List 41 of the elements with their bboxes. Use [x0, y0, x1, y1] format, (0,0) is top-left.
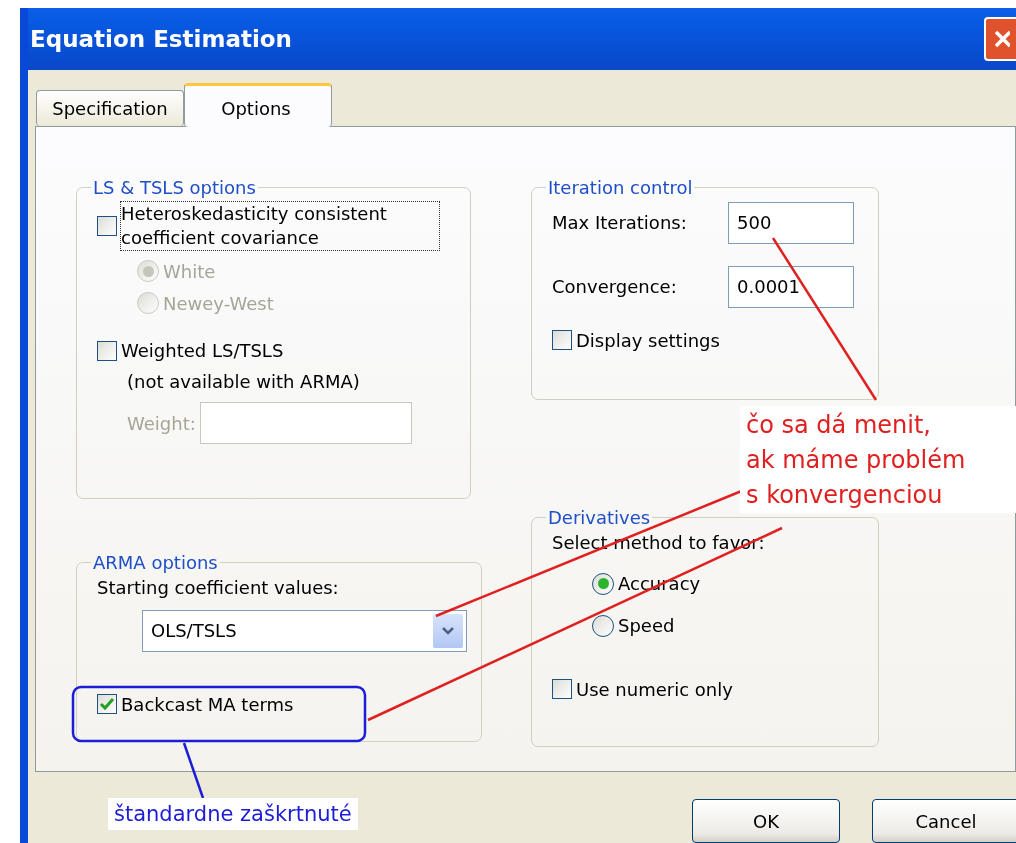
checkbox-label[interactable]: Backcast MA terms: [121, 693, 294, 715]
radio-label[interactable]: Speed: [618, 615, 675, 637]
checkbox[interactable]: [97, 340, 117, 361]
checkmark-icon: [99, 696, 115, 713]
radio-button[interactable]: [592, 572, 614, 595]
ok-button[interactable]: OK: [692, 799, 840, 843]
group-title: Iteration control: [547, 176, 694, 198]
note-text: (not available with ARMA): [127, 371, 360, 393]
input-field[interactable]: 0.0001: [728, 265, 854, 308]
dropdown-value: OLS/TSLS: [151, 620, 237, 642]
close-button[interactable]: [984, 16, 1016, 61]
group-title: Derivatives: [547, 506, 652, 528]
field-label: Max Iterations:: [552, 212, 688, 234]
field-label: Starting coefficient values:: [97, 576, 339, 598]
group-title: LS & TSLS options: [92, 176, 257, 198]
annotation-text: čo sa dá menit,: [746, 410, 932, 441]
field-label: Convergence:: [552, 276, 678, 298]
checkbox[interactable]: [552, 679, 572, 700]
tab[interactable]: Specification: [36, 89, 184, 126]
window-title: Equation Estimation: [29, 25, 292, 52]
checkbox-label[interactable]: Weighted LS/TSLS: [121, 340, 284, 362]
field-label: Weight:: [127, 412, 196, 434]
checkbox[interactable]: [552, 330, 572, 351]
checkbox[interactable]: [97, 694, 117, 715]
dropdown[interactable]: OLS/TSLS: [142, 609, 467, 652]
leader-line: [182, 742, 205, 799]
radio-button[interactable]: [592, 614, 614, 637]
cancel-button[interactable]: Cancel: [872, 799, 1016, 843]
group-title: ARMA options: [92, 551, 219, 573]
checkbox-label[interactable]: Use numeric only: [576, 678, 733, 700]
tab[interactable]: Options: [184, 82, 332, 127]
annotation-text: s konvergenciou: [746, 480, 944, 511]
annotation-text: štandardne zaškrtnuté: [108, 798, 358, 830]
checkbox-label[interactable]: Display settings: [576, 329, 720, 351]
input-field[interactable]: 500: [728, 201, 854, 244]
close-icon: [994, 28, 1010, 49]
input-field[interactable]: [199, 402, 412, 445]
checkbox-label[interactable]: Heteroskedasticity consistent coefficient covariance: [121, 201, 439, 251]
checkbox[interactable]: [97, 216, 117, 236]
chevron-down-icon: [442, 626, 454, 635]
annotation-text: ak máme problém: [746, 445, 967, 476]
